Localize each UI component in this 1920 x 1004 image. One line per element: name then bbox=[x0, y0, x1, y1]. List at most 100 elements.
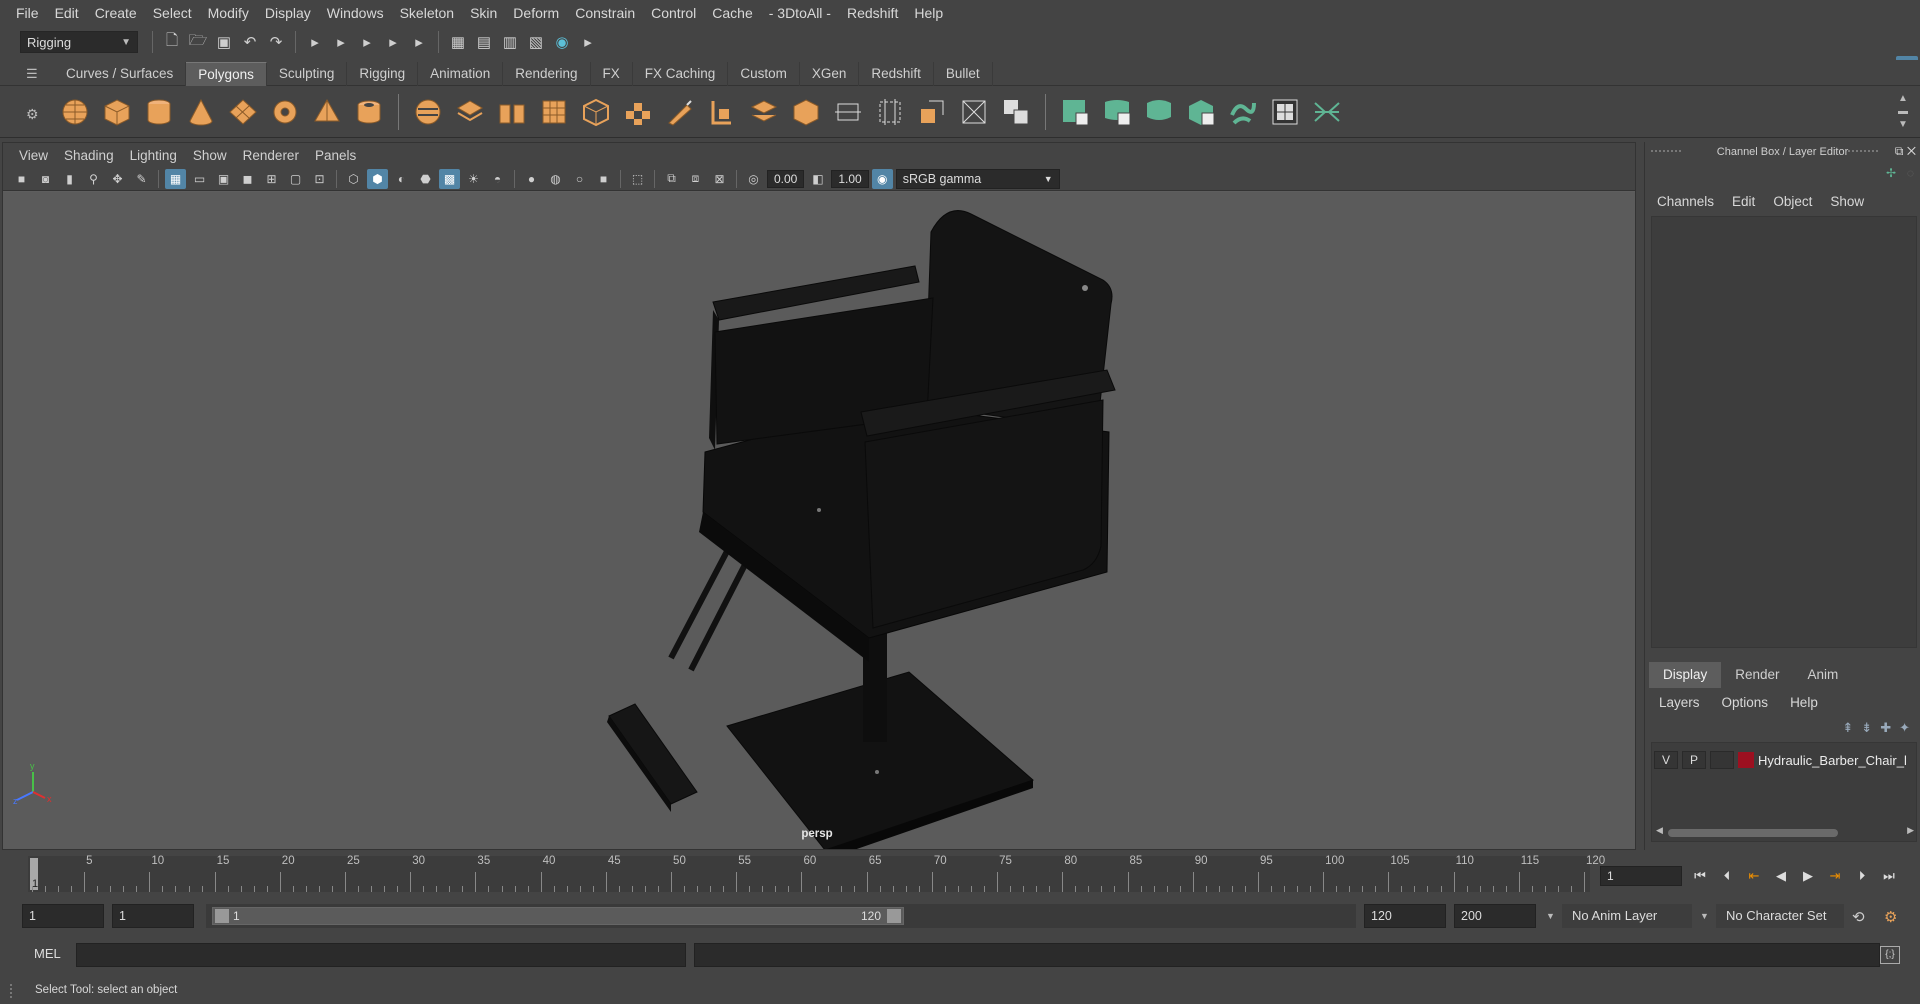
menu-windows[interactable]: Windows bbox=[319, 0, 392, 26]
shelf-tab-custom[interactable]: Custom bbox=[728, 62, 800, 86]
panel-grip[interactable] bbox=[10, 984, 14, 998]
grid-icon[interactable]: ▦ bbox=[165, 168, 186, 189]
use-all-lights-icon[interactable]: ☀ bbox=[463, 169, 484, 189]
collapse-arrow-icon[interactable]: ▸ bbox=[356, 31, 378, 53]
step-back-frame-icon[interactable]: ⏴ bbox=[1717, 866, 1737, 886]
bridge-icon[interactable] bbox=[579, 95, 613, 129]
shelf-tab-fx[interactable]: FX bbox=[591, 62, 633, 86]
quad-draw-icon[interactable] bbox=[789, 95, 823, 129]
render-frame-icon[interactable]: ▤ bbox=[473, 31, 495, 53]
menu-constrain[interactable]: Constrain bbox=[567, 0, 643, 26]
uv-cylindrical-icon[interactable] bbox=[1100, 95, 1134, 129]
layer-tab-display[interactable]: Display bbox=[1649, 662, 1722, 688]
manipulator-icon[interactable]: ✢ bbox=[1886, 166, 1896, 180]
viewport-menu-show[interactable]: Show bbox=[185, 148, 235, 163]
step-forward-frame-icon[interactable]: ⏵ bbox=[1852, 866, 1872, 886]
bevel-icon[interactable] bbox=[537, 95, 571, 129]
save-scene-icon[interactable]: ▣ bbox=[213, 31, 235, 53]
animation-start-field[interactable]: 1 bbox=[22, 904, 104, 928]
channel-box-menu-edit[interactable]: Edit bbox=[1732, 194, 1755, 209]
wireframe-icon[interactable]: ⬡ bbox=[343, 169, 364, 189]
gate-mask-icon[interactable]: ◼ bbox=[237, 169, 258, 189]
script-editor-icon[interactable]: {;} bbox=[1880, 946, 1900, 964]
go-to-end-icon[interactable]: ⏭ bbox=[1879, 866, 1899, 886]
undo-icon[interactable]: ↶ bbox=[239, 31, 261, 53]
menu-create[interactable]: Create bbox=[87, 0, 145, 26]
layer-visibility-toggle[interactable]: V bbox=[1654, 751, 1678, 769]
range-handle[interactable]: 1 120 bbox=[212, 907, 904, 925]
depth-of-field-icon[interactable]: ■ bbox=[593, 169, 614, 189]
play-forwards-icon[interactable]: ▶ bbox=[1798, 866, 1818, 886]
gamma-field[interactable]: 1.00 bbox=[831, 169, 869, 188]
menu-skin[interactable]: Skin bbox=[462, 0, 505, 26]
range-end-handle[interactable] bbox=[887, 909, 901, 923]
poly-pyramid-icon[interactable] bbox=[310, 95, 344, 129]
menu-edit[interactable]: Edit bbox=[47, 0, 87, 26]
menu-set-dropdown[interactable]: Rigging ▼ bbox=[20, 31, 138, 53]
channel-box-area[interactable] bbox=[1651, 216, 1917, 648]
shelf-scroll-icon[interactable]: ▲ ▬ ▼ bbox=[1898, 92, 1908, 131]
layer-display-type-toggle[interactable] bbox=[1710, 751, 1734, 769]
smooth-icon[interactable] bbox=[915, 95, 949, 129]
range-bar[interactable]: 1 120 bbox=[206, 904, 1356, 928]
insert-edge-icon[interactable] bbox=[873, 95, 907, 129]
shelf-tab-redshift[interactable]: Redshift bbox=[859, 62, 934, 86]
poly-plane-icon[interactable] bbox=[226, 95, 260, 129]
append-polygon-icon[interactable] bbox=[621, 95, 655, 129]
poly-pipe-icon[interactable] bbox=[352, 95, 386, 129]
image-plane-icon[interactable]: ⚲ bbox=[83, 169, 104, 189]
exposure-icon[interactable]: ◎ bbox=[743, 169, 764, 189]
playback-end-field[interactable]: 120 bbox=[1364, 904, 1446, 928]
poly-cylinder-icon[interactable] bbox=[142, 95, 176, 129]
current-frame-field[interactable]: 1 bbox=[1600, 866, 1682, 886]
channel-box-menu-object[interactable]: Object bbox=[1773, 194, 1812, 209]
shelf-menu-icon[interactable]: ☰ bbox=[26, 66, 38, 82]
menu-file[interactable]: File bbox=[8, 0, 47, 26]
shelf-tab-bullet[interactable]: Bullet bbox=[934, 62, 993, 86]
ipr-render-icon[interactable]: ▥ bbox=[499, 31, 521, 53]
edge-loop-icon[interactable] bbox=[831, 95, 865, 129]
hypershade-icon[interactable]: ◉ bbox=[551, 31, 573, 53]
exposure-field[interactable]: 0.00 bbox=[767, 169, 805, 188]
gear-icon[interactable]: ⚙ bbox=[26, 106, 39, 123]
combine-icon[interactable] bbox=[411, 95, 445, 129]
channel-box-menu-show[interactable]: Show bbox=[1830, 194, 1864, 209]
move-layer-up-icon[interactable]: ⇞ bbox=[1842, 720, 1853, 736]
menu-deform[interactable]: Deform bbox=[505, 0, 567, 26]
viewport-scene[interactable]: y x z bbox=[3, 192, 1635, 849]
layer-tab-anim[interactable]: Anim bbox=[1794, 662, 1853, 688]
menu-3dtoall[interactable]: - 3DtoAll - bbox=[761, 0, 839, 26]
smooth-shade-icon[interactable]: ⬢ bbox=[367, 168, 388, 189]
shadows-icon[interactable]: ◓ bbox=[487, 169, 508, 189]
play-backwards-icon[interactable]: ◀ bbox=[1771, 866, 1791, 886]
layer-name[interactable]: Hydraulic_Barber_Chair_l bbox=[1758, 753, 1908, 768]
select-camera-icon[interactable]: ■ bbox=[11, 169, 32, 189]
shelf-tab-sculpting[interactable]: Sculpting bbox=[267, 62, 348, 86]
textured-icon[interactable]: ▩ bbox=[439, 168, 460, 189]
wireframe-on-shaded-icon[interactable]: ⬣ bbox=[415, 169, 436, 189]
screen-space-ambient-occlusion-icon[interactable]: ● bbox=[521, 169, 542, 189]
new-empty-layer-icon[interactable]: ✚ bbox=[1880, 720, 1891, 736]
render-view-icon[interactable]: ▦ bbox=[447, 31, 469, 53]
bookmark-icon[interactable]: ▮ bbox=[59, 169, 80, 189]
gamma-icon[interactable]: ◧ bbox=[807, 169, 828, 189]
connect-icon[interactable] bbox=[747, 95, 781, 129]
animation-preferences-icon[interactable]: ⚙ bbox=[1884, 908, 1897, 926]
panel-grip[interactable] bbox=[1848, 150, 1878, 156]
xray-icon[interactable]: ⧉ bbox=[661, 169, 682, 189]
poly-sphere-icon[interactable] bbox=[58, 95, 92, 129]
render-settings-icon[interactable]: ▧ bbox=[525, 31, 547, 53]
shelf-tab-rigging[interactable]: Rigging bbox=[347, 62, 419, 86]
viewport-menu-renderer[interactable]: Renderer bbox=[235, 148, 307, 163]
xray-joints-icon[interactable]: ⊠ bbox=[709, 169, 730, 189]
shelf-tab-fx-caching[interactable]: FX Caching bbox=[633, 62, 729, 86]
resolution-gate-icon[interactable]: ▣ bbox=[213, 169, 234, 189]
character-set-dropdown[interactable]: ▼ No Character Set bbox=[1700, 904, 1844, 928]
uv-planar-icon[interactable] bbox=[1058, 95, 1092, 129]
script-language-label[interactable]: MEL bbox=[34, 946, 61, 961]
shelf-tab-rendering[interactable]: Rendering bbox=[503, 62, 591, 86]
safe-title-icon[interactable]: ⊡ bbox=[309, 169, 330, 189]
scroll-left-icon[interactable]: ◀ bbox=[1656, 825, 1663, 836]
redo-icon[interactable]: ↷ bbox=[265, 31, 287, 53]
menu-modify[interactable]: Modify bbox=[200, 0, 257, 26]
